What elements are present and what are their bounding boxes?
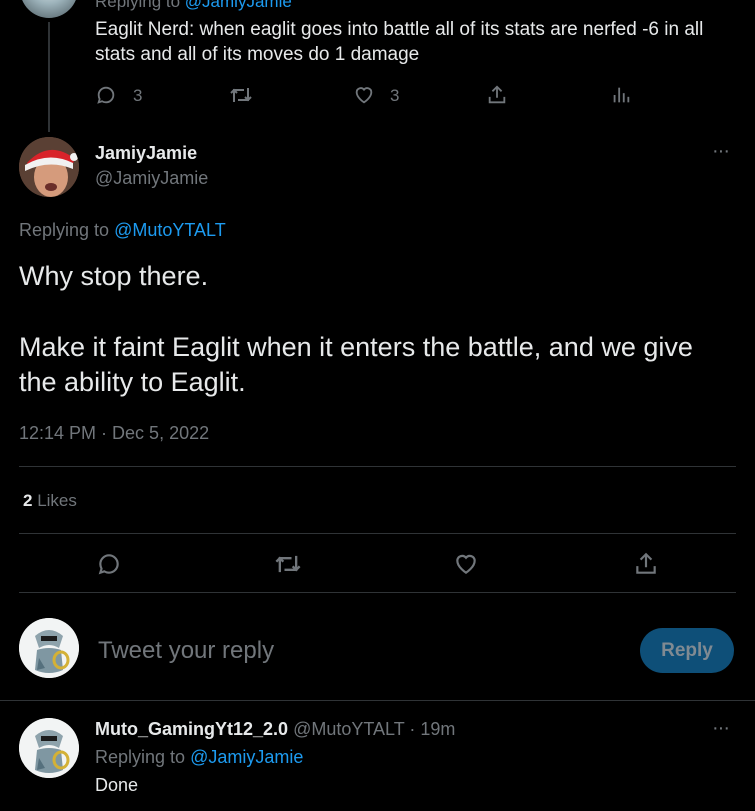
main-tweet-text-line2: Make it faint Eaglit when it enters the … [19, 332, 693, 397]
parent-tweet-text: Eaglit Nerd: when eaglit goes into battl… [95, 19, 704, 65]
replying-prefix: Replying to [95, 747, 186, 767]
main-author-handle[interactable]: @JamiyJamie [95, 168, 208, 189]
composer-avatar[interactable] [19, 618, 79, 678]
reply-header: Muto_GamingYt12_2.0 @MutoYTALT · 19m [95, 719, 455, 740]
more-icon[interactable]: ··· [712, 717, 730, 740]
analytics-icon[interactable] [610, 84, 632, 106]
retweet-icon[interactable] [229, 84, 253, 106]
reply-replying-to: Replying to @JamiyJamie [95, 747, 303, 768]
retweet-icon[interactable] [274, 551, 302, 577]
heart-icon[interactable] [453, 551, 479, 577]
main-tweet-text-line1: Why stop there. [19, 261, 209, 291]
divider [0, 700, 755, 701]
replying-prefix: Replying to [95, 0, 181, 11]
divider [19, 592, 736, 593]
reply-input[interactable] [96, 633, 620, 669]
reply-author-avatar[interactable] [19, 718, 79, 778]
reply-replying-handle[interactable]: @JamiyJamie [190, 747, 303, 767]
main-author-avatar[interactable] [19, 137, 79, 197]
likes-stat[interactable]: 2 Likes [23, 491, 77, 511]
likes-label: Likes [37, 491, 77, 510]
divider [19, 533, 736, 534]
share-icon[interactable] [486, 84, 508, 106]
replying-prefix: Replying to [19, 220, 110, 240]
divider [19, 466, 736, 467]
thread-connector [48, 22, 50, 132]
main-author-name[interactable]: JamiyJamie [95, 143, 197, 164]
parent-like-count: 3 [390, 86, 400, 105]
reply-author-name[interactable]: Muto_GamingYt12_2.0 [95, 719, 288, 739]
main-replying-handle[interactable]: @MutoYTALT [114, 220, 226, 240]
reply-button[interactable]: Reply [640, 628, 734, 673]
likes-count: 2 [23, 491, 33, 510]
parent-replying-handle[interactable]: @JamiyJamie [185, 0, 292, 11]
parent-avatar[interactable] [20, 0, 78, 18]
parent-replying-to: Replying to @JamiyJamie [95, 0, 292, 12]
reply-author-handle[interactable]: @MutoYTALT [293, 719, 404, 739]
reply-tweet-text: Done [95, 775, 139, 795]
main-tweet-timestamp[interactable]: 12:14 PM · Dec 5, 2022 [19, 423, 209, 444]
main-replying-to: Replying to @MutoYTALT [19, 220, 226, 241]
reply-icon[interactable] [96, 551, 122, 577]
share-icon[interactable] [633, 551, 659, 577]
heart-icon[interactable] [353, 84, 375, 106]
reply-icon[interactable] [95, 84, 117, 106]
more-icon[interactable]: ··· [712, 140, 730, 163]
reply-time[interactable]: · 19m [409, 719, 455, 739]
parent-reply-count: 3 [133, 86, 143, 105]
